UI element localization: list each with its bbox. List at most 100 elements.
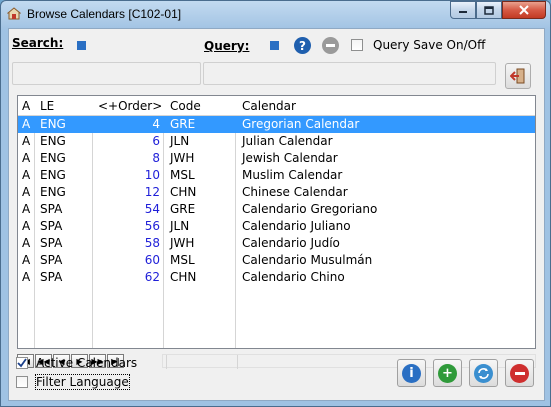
query-indicator-icon[interactable] <box>270 41 279 50</box>
cell-code: MSL <box>170 253 195 267</box>
cell-active: A <box>22 168 31 182</box>
exit-button[interactable] <box>505 63 531 89</box>
cell-calendar: Muslim Calendar <box>242 168 343 182</box>
table-header: A LE <+Order> Code Calendar <box>18 96 535 116</box>
cell-language: SPA <box>40 253 63 267</box>
active-calendars-checkbox[interactable] <box>16 357 28 369</box>
table-row[interactable]: A ENG 12 CHN Chinese Calendar <box>18 184 535 201</box>
query-label: Query: <box>204 39 250 53</box>
search-input[interactable] <box>12 62 201 85</box>
cell-order: 10 <box>144 168 160 182</box>
cell-calendar: Calendario Gregoriano <box>242 202 378 216</box>
cell-calendar: Calendario Juliano <box>242 219 351 233</box>
cell-code: MSL <box>170 168 195 182</box>
calendars-table[interactable]: A LE <+Order> Code Calendar A ENG 4 GRE Greg… <box>17 95 536 349</box>
cell-language: ENG <box>40 168 66 182</box>
clear-query-icon[interactable] <box>322 37 339 54</box>
cell-active: A <box>22 202 31 216</box>
cell-calendar: Jewish Calendar <box>242 151 338 165</box>
help-icon[interactable]: ? <box>294 37 311 54</box>
cell-language: SPA <box>40 219 63 233</box>
table-row[interactable]: A SPA 58 JWH Calendario Judío <box>18 235 535 252</box>
cell-order: 60 <box>144 253 160 267</box>
cell-active: A <box>22 117 31 131</box>
table-row[interactable]: A ENG 6 JLN Julian Calendar <box>18 133 535 150</box>
browse-calendars-window: Browse Calendars [C102-01] Search: Query… <box>0 0 551 407</box>
query-save-label: Query Save On/Off <box>373 38 486 52</box>
add-button[interactable]: + <box>433 359 462 387</box>
cell-code: JLN <box>170 219 190 233</box>
filter-language-checkbox[interactable] <box>16 376 28 388</box>
table-row[interactable]: A SPA 54 GRE Calendario Gregoriano <box>18 201 535 218</box>
maximize-button[interactable] <box>476 1 502 19</box>
table-row[interactable]: A ENG 10 MSL Muslim Calendar <box>18 167 535 184</box>
cell-calendar: Gregorian Calendar <box>242 117 360 131</box>
cell-order: 4 <box>152 117 160 131</box>
table-row[interactable]: A SPA 56 JLN Calendario Juliano <box>18 218 535 235</box>
table-row[interactable]: A SPA 62 CHN Calendario Chino <box>18 269 535 286</box>
window-title: Browse Calendars [C102-01] <box>27 7 182 21</box>
cell-code: GRE <box>170 117 196 131</box>
table-row[interactable]: A ENG 4 GRE Gregorian Calendar <box>18 116 535 133</box>
cell-calendar: Calendario Musulmán <box>242 253 373 267</box>
cell-code: GRE <box>170 202 196 216</box>
query-save-checkbox[interactable] <box>351 39 363 51</box>
maximize-icon <box>484 5 494 15</box>
cell-code: JWH <box>170 236 195 250</box>
cell-order: 12 <box>144 185 160 199</box>
search-indicator-icon[interactable] <box>77 41 86 50</box>
cell-language: SPA <box>40 202 63 216</box>
column-header-code[interactable]: Code <box>170 99 201 113</box>
cell-active: A <box>22 219 31 233</box>
cell-order: 62 <box>144 270 160 284</box>
info-button[interactable]: i <box>397 359 426 387</box>
dialog-body: Search: Query: ? Query Save On/Off A LE … <box>8 28 545 401</box>
query-input[interactable] <box>203 62 496 85</box>
cell-calendar: Chinese Calendar <box>242 185 348 199</box>
active-calendars-label: Active Calendars <box>36 356 138 370</box>
cell-active: A <box>22 151 31 165</box>
cell-calendar: Calendario Judío <box>242 236 340 250</box>
exit-icon <box>510 68 525 84</box>
checkmark-icon <box>17 358 27 368</box>
filter-language-label: Filter Language <box>35 374 130 390</box>
minimize-icon <box>459 11 467 13</box>
cell-language: ENG <box>40 151 66 165</box>
table-row[interactable]: A ENG 8 JWH Jewish Calendar <box>18 150 535 167</box>
app-icon <box>7 7 21 20</box>
cell-calendar: Julian Calendar <box>242 134 333 148</box>
cell-code: JWH <box>170 151 195 165</box>
cell-order: 8 <box>152 151 160 165</box>
close-icon <box>519 5 529 15</box>
cell-language: SPA <box>40 270 63 284</box>
refresh-button[interactable] <box>469 359 498 387</box>
cell-code: CHN <box>170 270 197 284</box>
add-icon: + <box>438 363 457 383</box>
cell-order: 58 <box>144 236 160 250</box>
title-bar[interactable]: Browse Calendars [C102-01] <box>1 1 550 27</box>
cell-active: A <box>22 134 31 148</box>
cell-code: CHN <box>170 185 197 199</box>
info-icon: i <box>402 363 421 383</box>
table-row[interactable]: A SPA 60 MSL Calendario Musulmán <box>18 252 535 269</box>
column-header-calendar[interactable]: Calendar <box>242 99 296 113</box>
minimize-button[interactable] <box>450 1 476 19</box>
delete-button[interactable] <box>505 359 534 387</box>
column-header-order[interactable]: <+Order> <box>98 99 162 113</box>
search-label: Search: <box>12 36 64 50</box>
column-header-active[interactable]: A <box>22 99 30 113</box>
cell-order: 56 <box>144 219 160 233</box>
refresh-icon <box>474 363 493 383</box>
cell-language: ENG <box>40 117 66 131</box>
cell-language: SPA <box>40 236 63 250</box>
cell-order: 54 <box>144 202 160 216</box>
cell-active: A <box>22 185 31 199</box>
column-header-le[interactable]: LE <box>40 99 54 113</box>
cell-code: JLN <box>170 134 190 148</box>
close-button[interactable] <box>502 1 546 19</box>
cell-language: ENG <box>40 134 66 148</box>
cell-language: ENG <box>40 185 66 199</box>
cell-active: A <box>22 253 31 267</box>
cell-active: A <box>22 270 31 284</box>
remove-icon <box>510 363 529 383</box>
